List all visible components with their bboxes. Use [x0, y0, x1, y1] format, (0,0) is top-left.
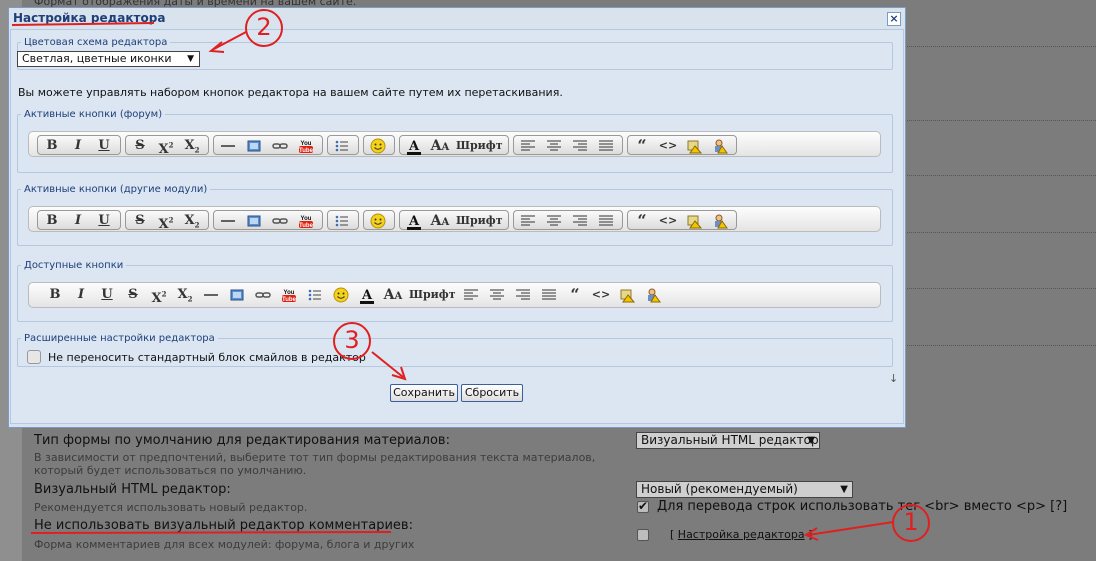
title-underline — [11, 22, 155, 26]
annotation-marker-2: 2 — [245, 9, 283, 47]
arrow-2 — [213, 31, 247, 50]
annotation-overlay — [11, 22, 894, 541]
annotation-marker-3: 3 — [333, 322, 371, 360]
label-underline — [30, 531, 392, 534]
arrow-3 — [371, 351, 404, 378]
annotation-marker-1: 1 — [892, 504, 930, 542]
arrow-1 — [807, 521, 894, 536]
